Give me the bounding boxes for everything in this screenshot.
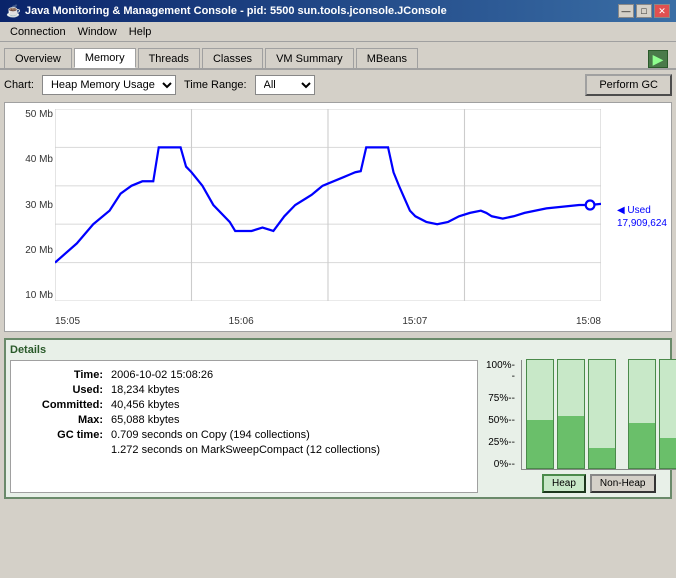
title-bar: ☕ Java Monitoring & Management Console -…: [0, 0, 676, 22]
gctime-value1: 0.709 seconds on Copy (194 collections): [111, 429, 310, 441]
gctime-label2: [23, 444, 103, 456]
nonheap-button[interactable]: Non-Heap: [590, 474, 656, 493]
time-range-select[interactable]: All: [255, 75, 315, 95]
details-row-used: Used: 18,234 kbytes: [23, 384, 465, 396]
tab-vm-summary[interactable]: VM Summary: [265, 48, 354, 68]
y-label-20: 20 Mb: [9, 245, 53, 256]
details-title: Details: [10, 344, 666, 356]
chart-area: 50 Mb 40 Mb 30 Mb 20 Mb 10 Mb: [4, 102, 672, 332]
max-label: Max:: [23, 414, 103, 426]
tab-memory[interactable]: Memory: [74, 48, 136, 68]
tab-classes[interactable]: Classes: [202, 48, 263, 68]
menu-help[interactable]: Help: [123, 25, 158, 39]
heap-bar-2: [557, 359, 585, 469]
committed-label: Committed:: [23, 399, 103, 411]
chart-y-axis: 50 Mb 40 Mb 30 Mb 20 Mb 10 Mb: [9, 109, 53, 301]
tab-threads[interactable]: Threads: [138, 48, 200, 68]
gctime-value2: 1.272 seconds on MarkSweepCompact (12 co…: [111, 444, 380, 456]
heap-button[interactable]: Heap: [542, 474, 586, 493]
y-label-40: 40 Mb: [9, 154, 53, 165]
y-label-50: 50 Mb: [9, 109, 53, 120]
menu-bar: Connection Window Help: [0, 22, 676, 42]
title-text: Java Monitoring & Management Console - p…: [25, 5, 447, 17]
chart-annotation: ◀ Used 17,909,624: [617, 204, 667, 230]
details-row-max: Max: 65,088 kbytes: [23, 414, 465, 426]
chart-controls: Chart: Heap Memory Usage Time Range: All…: [4, 74, 672, 96]
chart-svg: [55, 109, 601, 301]
details-row-time: Time: 2006-10-02 15:08:26: [23, 369, 465, 381]
y-label-30: 30 Mb: [9, 200, 53, 211]
nonheap-bar-2-fill: [660, 438, 676, 468]
nonheap-bar-1-fill: [629, 423, 655, 468]
heap-bar-3-fill: [589, 448, 615, 468]
committed-value: 40,456 kbytes: [111, 399, 180, 411]
x-label-1505: 15:05: [55, 316, 80, 327]
tab-overview[interactable]: Overview: [4, 48, 72, 68]
close-button[interactable]: ✕: [654, 4, 670, 18]
bar-chart-y-labels: 100%-- 75%-- 50%-- 25%-- 0%--: [486, 360, 515, 470]
heap-bar-3: [588, 359, 616, 469]
perform-gc-button[interactable]: Perform GC: [585, 74, 672, 96]
time-value: 2006-10-02 15:08:26: [111, 369, 213, 381]
gctime-label: GC time:: [23, 429, 103, 441]
x-label-1506: 15:06: [229, 316, 254, 327]
details-row-gctime2: 1.272 seconds on MarkSweepCompact (12 co…: [23, 444, 465, 456]
x-label-1508: 15:08: [576, 316, 601, 327]
chart-label: Chart:: [4, 79, 34, 91]
app-icon: ☕: [6, 4, 21, 18]
time-label: Time:: [23, 369, 103, 381]
nonheap-bar-2: [659, 359, 676, 469]
max-value: 65,088 kbytes: [111, 414, 180, 426]
details-section: Details Time: 2006-10-02 15:08:26 Used: …: [4, 338, 672, 499]
details-row-gctime1: GC time: 0.709 seconds on Copy (194 coll…: [23, 429, 465, 441]
heap-bar-1-fill: [527, 420, 553, 468]
tab-bar: Overview Memory Threads Classes VM Summa…: [0, 42, 676, 70]
heap-bar-2-fill: [558, 416, 584, 468]
nonheap-bar-1: [628, 359, 656, 469]
used-label: Used:: [23, 384, 103, 396]
tab-mbeans[interactable]: MBeans: [356, 48, 418, 68]
details-table: Time: 2006-10-02 15:08:26 Used: 18,234 k…: [10, 360, 478, 493]
chart-plot: [55, 109, 601, 301]
minimize-button[interactable]: —: [618, 4, 634, 18]
chart-x-axis: 15:05 15:06 15:07 15:08: [55, 316, 601, 327]
time-range-label: Time Range:: [184, 79, 247, 91]
chart-select[interactable]: Heap Memory Usage: [42, 75, 176, 95]
menu-connection[interactable]: Connection: [4, 25, 72, 39]
used-value: 18,234 kbytes: [111, 384, 180, 396]
x-label-1507: 15:07: [402, 316, 427, 327]
heap-bar-1: [526, 359, 554, 469]
details-row-committed: Committed: 40,456 kbytes: [23, 399, 465, 411]
status-icon: ▶: [648, 50, 668, 68]
menu-window[interactable]: Window: [72, 25, 123, 39]
y-label-10: 10 Mb: [9, 290, 53, 301]
memory-bar-chart: 100%-- 75%-- 50%-- 25%-- 0%--: [486, 360, 666, 493]
maximize-button[interactable]: □: [636, 4, 652, 18]
